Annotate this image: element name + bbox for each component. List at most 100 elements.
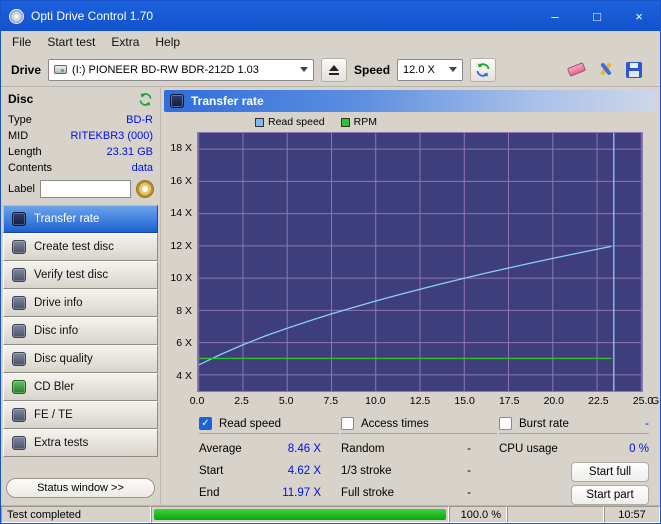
fe-te-icon — [12, 408, 26, 422]
x-tick-label: 22.5 — [588, 395, 608, 407]
sidebar-item-disc-info[interactable]: Disc info — [3, 317, 158, 345]
stats-col-access: Random - 1/3 stroke - Full stroke - — [341, 438, 471, 504]
start-full-button[interactable]: Start full — [571, 462, 649, 482]
stat-start: Start 4.62 X — [199, 460, 321, 482]
statusbar-spacer — [507, 506, 604, 523]
disc-field-length: Length 23.31 GB — [8, 144, 153, 160]
chevron-down-icon — [449, 67, 457, 72]
speed-select[interactable]: 12.0 X — [397, 59, 463, 81]
access-times-check-col: ✓ Access times — [341, 414, 497, 434]
sidebar-item-label: FE / TE — [34, 409, 73, 421]
x-tick-label: 20.0 — [544, 395, 564, 407]
toolbar: Drive (I:) PIONEER BD-RW BDR-212D 1.03 S… — [1, 53, 660, 87]
stat-value: - — [467, 443, 471, 455]
eject-button[interactable] — [321, 58, 347, 82]
sidebar-item-extra-tests[interactable]: Extra tests — [3, 429, 158, 457]
menu-help[interactable]: Help — [147, 31, 188, 53]
field-value: data — [132, 162, 153, 174]
legend-label: Read speed — [268, 116, 325, 128]
stat-label: Start — [199, 465, 223, 477]
drive-icon — [54, 65, 67, 74]
disc-header: Disc — [3, 88, 158, 110]
eject-icon — [329, 65, 339, 71]
disc-fields: Type BD-R MID RITEKBR3 (000) Length 23.3… — [3, 110, 158, 176]
burst-rate-checkbox[interactable]: ✓ — [499, 417, 512, 430]
save-icon[interactable] — [626, 62, 642, 78]
menu-file[interactable]: File — [4, 31, 39, 53]
close-button[interactable]: × — [618, 1, 660, 31]
sidebar-item-create-test-disc[interactable]: Create test disc — [3, 233, 158, 261]
stat-value: 0 % — [629, 443, 649, 455]
sidebar-item-label: Create test disc — [34, 241, 114, 253]
status-window-button[interactable]: Status window >> — [6, 478, 155, 498]
stat-value: 11.97 X — [282, 487, 321, 499]
disc-label-row: Label — [3, 176, 158, 205]
drive-select-value: (I:) PIONEER BD-RW BDR-212D 1.03 — [72, 64, 259, 76]
read-speed-swatch — [255, 118, 264, 127]
preferences-icon[interactable] — [597, 61, 614, 78]
disc-label-icon[interactable] — [136, 180, 154, 198]
menu-start-test[interactable]: Start test — [39, 31, 103, 53]
menu-extra[interactable]: Extra — [103, 31, 147, 53]
y-tick-label: 12 X — [170, 240, 192, 252]
access-times-checkbox[interactable]: ✓ — [341, 417, 354, 430]
y-tick-label: 10 X — [170, 272, 192, 284]
rpm-swatch — [341, 118, 350, 127]
progress-bar — [151, 506, 449, 523]
statusbar-time: 10:57 — [604, 506, 660, 523]
sidebar-item-verify-test-disc[interactable]: Verify test disc — [3, 261, 158, 289]
left-spacer — [3, 457, 158, 474]
erase-disc-icon[interactable] — [567, 62, 586, 77]
stats-col-speed: Average 8.46 X Start 4.62 X End 11.97 X — [199, 438, 321, 504]
checkbox-row: ✓ Read speed ✓ Access times ✓ Burst rate… — [199, 414, 657, 434]
sidebar-item-drive-info[interactable]: Drive info — [3, 289, 158, 317]
create-test-disc-icon — [12, 240, 26, 254]
disc-field-type: Type BD-R — [8, 112, 153, 128]
check-icon: ✓ — [201, 419, 209, 429]
app-window: Opti Drive Control 1.70 – □ × File Start… — [0, 0, 661, 524]
progress-percent: 100.0 % — [449, 506, 507, 523]
checkbox-label: Access times — [361, 418, 429, 430]
disc-header-title: Disc — [8, 92, 33, 106]
start-part-button[interactable]: Start part — [571, 485, 649, 505]
legend-rpm: RPM — [341, 116, 377, 128]
sidebar-item-transfer-rate[interactable]: Transfer rate — [3, 205, 158, 233]
x-tick-label: 15.0 — [454, 395, 474, 407]
extra-tests-icon — [12, 436, 26, 450]
field-label: Contents — [8, 162, 52, 174]
drive-select[interactable]: (I:) PIONEER BD-RW BDR-212D 1.03 — [48, 59, 314, 81]
y-tick-label: 14 X — [170, 207, 192, 219]
read-speed-checkbox[interactable]: ✓ — [199, 417, 212, 430]
stats-block: Average 8.46 X Start 4.62 X End 11.97 X … — [199, 438, 657, 505]
burst-rate-value: - — [645, 418, 649, 430]
stat-label: 1/3 stroke — [341, 465, 392, 477]
label-input[interactable] — [40, 180, 131, 198]
chevron-down-icon — [300, 67, 308, 72]
chart-legend: Read speed RPM — [255, 114, 657, 130]
y-tick-label: 16 X — [170, 175, 192, 187]
field-label: Type — [8, 114, 32, 126]
stat-value: 8.46 X — [288, 443, 321, 455]
maximize-button[interactable]: □ — [576, 1, 618, 31]
statusbar: Test completed 100.0 % 10:57 — [1, 505, 660, 523]
sidebar-item-label: Disc info — [34, 325, 78, 337]
app-icon — [9, 9, 24, 24]
sidebar-item-label: Drive info — [34, 297, 83, 309]
sidebar-item-disc-quality[interactable]: Disc quality — [3, 345, 158, 373]
sidebar-item-fe-te[interactable]: FE / TE — [3, 401, 158, 429]
transfer-rate-chart: 18 X16 X14 X12 X10 X8 X6 X4 X 0.02.55.07… — [163, 132, 657, 410]
sidebar-item-label: Extra tests — [34, 437, 88, 449]
minimize-button[interactable]: – — [534, 1, 576, 31]
cd-bler-icon — [12, 380, 26, 394]
label-field-label: Label — [8, 183, 35, 195]
sidebar-item-label: Disc quality — [34, 353, 93, 365]
burst-rate-check-col: ✓ Burst rate - — [499, 414, 649, 434]
titlebar: Opti Drive Control 1.70 – □ × — [1, 1, 660, 31]
refresh-speed-button[interactable] — [470, 58, 496, 82]
y-tick-label: 18 X — [170, 142, 192, 154]
transfer-rate-icon — [170, 94, 184, 108]
x-tick-label: 2.5 — [234, 395, 249, 407]
sidebar-item-cd-bler[interactable]: CD Bler — [3, 373, 158, 401]
stat-label: Average — [199, 443, 242, 455]
refresh-disc-icon[interactable] — [138, 92, 153, 107]
